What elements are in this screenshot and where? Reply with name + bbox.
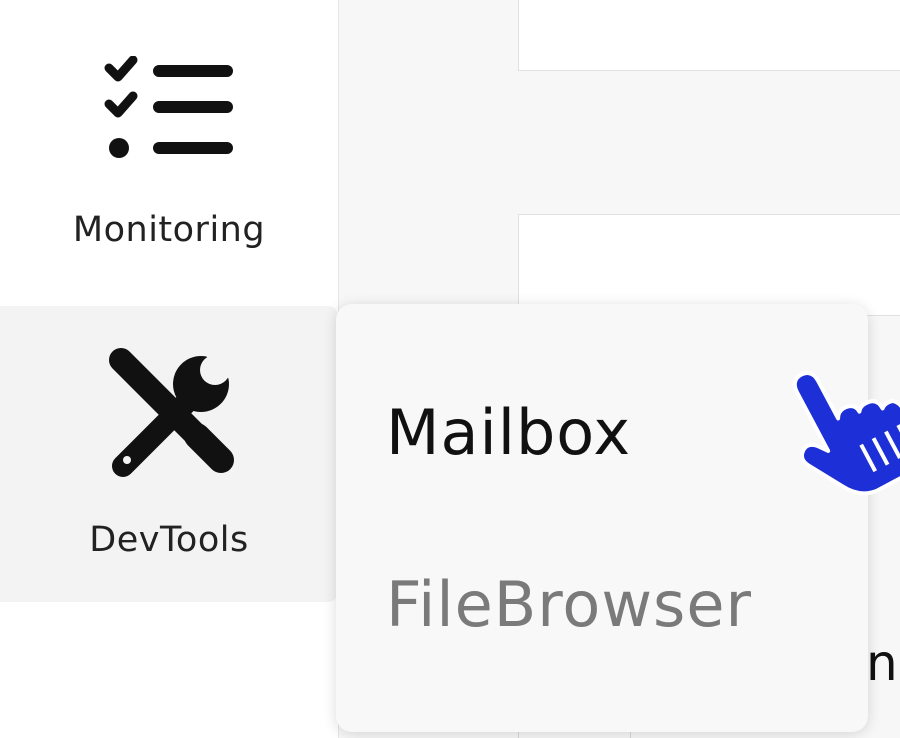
checklist-icon: [104, 56, 233, 158]
tools-icon: [109, 344, 239, 477]
sidebar-item-devtools[interactable]: DevTools: [0, 306, 338, 602]
content-card: [518, 0, 900, 71]
content-card: [518, 214, 900, 316]
sidebar-item-label: Monitoring: [72, 210, 266, 250]
sidebar-item-label: DevTools: [89, 520, 249, 560]
submenu-item-mailbox[interactable]: Mailbox: [386, 396, 631, 469]
hand-pointer-icon: [792, 370, 900, 496]
partial-background-text: n: [866, 634, 898, 692]
submenu-item-filebrowser[interactable]: FileBrowser: [386, 568, 752, 641]
sidebar: Monitoring DevTools: [0, 0, 339, 738]
sidebar-item-monitoring[interactable]: Monitoring: [0, 8, 338, 304]
